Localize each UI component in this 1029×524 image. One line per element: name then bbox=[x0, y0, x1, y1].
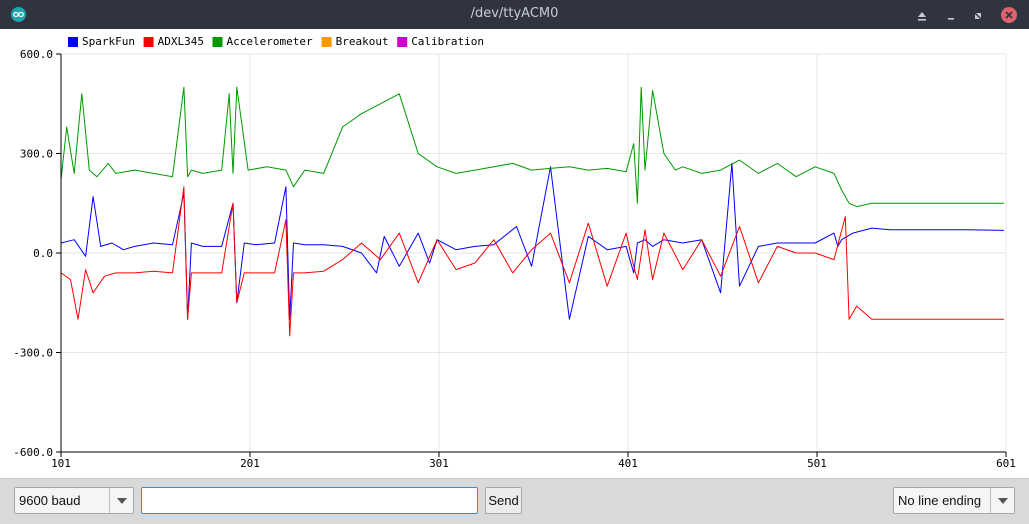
legend-swatch bbox=[143, 37, 154, 47]
minimize-icon[interactable] bbox=[944, 8, 958, 22]
y-tick-label: 600.0 bbox=[20, 48, 53, 61]
close-button[interactable] bbox=[1001, 7, 1017, 23]
serial-plotter-window: /dev/ttyACM0 SparkFun ADXL345 Acceleromete… bbox=[0, 0, 1029, 524]
plot-area: SparkFun ADXL345 Accelerometer Breakout Cali… bbox=[0, 29, 1029, 478]
y-tick-label: 0.0 bbox=[33, 247, 53, 260]
close-icon bbox=[1005, 11, 1013, 19]
x-tick-label: 401 bbox=[618, 457, 638, 470]
series-line-accelerometer bbox=[60, 86, 1005, 208]
legend-label: Calibration bbox=[411, 35, 484, 48]
shade-icon[interactable] bbox=[915, 8, 929, 22]
x-tick-label: 301 bbox=[429, 457, 449, 470]
legend-label: SparkFun bbox=[82, 35, 135, 48]
title-bar: /dev/ttyACM0 bbox=[0, 0, 1029, 29]
control-bar: 9600 baud Send No line ending bbox=[0, 478, 1029, 524]
line-ending-select[interactable]: No line ending bbox=[893, 487, 1015, 514]
baud-rate-select[interactable]: 9600 baud bbox=[14, 487, 134, 514]
send-button[interactable]: Send bbox=[485, 487, 522, 514]
serial-input[interactable] bbox=[141, 487, 478, 514]
legend-label: Accelerometer bbox=[227, 35, 313, 48]
legend-swatch bbox=[397, 37, 408, 47]
maximize-icon[interactable] bbox=[971, 8, 985, 22]
chevron-down-icon[interactable] bbox=[109, 488, 133, 513]
series-line-sparkfun bbox=[60, 162, 1005, 320]
baud-rate-value: 9600 baud bbox=[19, 493, 81, 508]
legend-swatch bbox=[212, 37, 223, 47]
legend-label: Breakout bbox=[336, 35, 389, 48]
line-chart: SparkFun ADXL345 Accelerometer Breakout Cali… bbox=[13, 35, 1016, 470]
y-tick-label: -300.0 bbox=[13, 347, 53, 360]
x-tick-label: 101 bbox=[51, 457, 71, 470]
y-tick-label: -600.0 bbox=[13, 446, 53, 459]
legend-swatch bbox=[68, 37, 78, 47]
legend-label: ADXL345 bbox=[158, 35, 204, 48]
x-tick-label: 601 bbox=[996, 457, 1016, 470]
line-ending-value: No line ending bbox=[898, 493, 982, 508]
x-tick-label: 201 bbox=[240, 457, 260, 470]
legend-swatch bbox=[321, 37, 332, 47]
x-tick-label: 501 bbox=[807, 457, 827, 470]
y-tick-label: 300.0 bbox=[20, 148, 53, 161]
window-title: /dev/ttyACM0 bbox=[470, 6, 559, 21]
chevron-down-icon[interactable] bbox=[990, 488, 1014, 513]
